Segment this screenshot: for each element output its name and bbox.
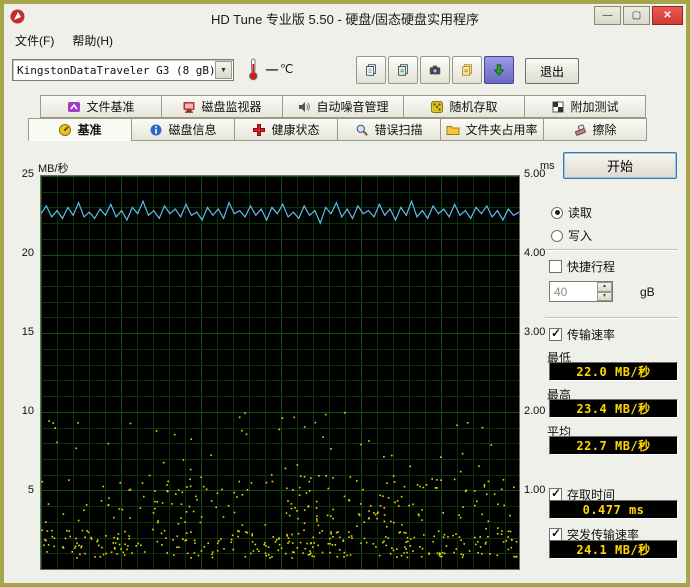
transfer-rate-label: 传输速率 [567, 328, 616, 342]
benchmark-chart-canvas [41, 176, 519, 569]
close-button[interactable]: ✕ [652, 6, 683, 25]
tab-label: 磁盘信息 [168, 123, 217, 137]
tab-label: 自动噪音管理 [316, 100, 389, 114]
minimize-button[interactable]: — [594, 6, 621, 25]
short-stroke-checkbox[interactable]: 快捷行程 [549, 258, 615, 275]
read-radio[interactable]: 读取 [551, 204, 592, 221]
window-controls: — ▢ ✕ [594, 6, 683, 25]
y-tick-left: 25 [21, 168, 34, 180]
tab-extra-tests[interactable]: 附加测试 [524, 95, 646, 118]
read-radio-label: 读取 [568, 206, 593, 220]
tab-health[interactable]: 健康状态 [234, 118, 338, 141]
tab-disk-monitor[interactable]: 磁盘监视器 [161, 95, 283, 118]
tabs-top-row: 文件基准 磁盘监视器 自动噪音管理 随机存取 附加测试 [40, 95, 646, 118]
benchmark-chart [40, 175, 520, 570]
disk-info-icon [149, 123, 163, 137]
random-access-icon [430, 100, 444, 114]
save-results-button[interactable] [452, 56, 482, 84]
tab-label: 健康状态 [271, 123, 320, 137]
toolbar: KingstonDataTraveler G3 (8 gB) ▼ — ℃ 退出 [4, 52, 686, 90]
tab-folder-usage[interactable]: 文件夹占用率 [440, 118, 544, 141]
extra-tests-icon [551, 100, 565, 114]
green-down-arrow-icon [492, 63, 506, 77]
thermometer-icon [248, 57, 259, 84]
tab-label: 文件基准 [86, 100, 135, 114]
radio-dot [551, 206, 563, 219]
temperature-value: — [266, 62, 278, 76]
folder-usage-icon [446, 123, 460, 137]
drive-select[interactable]: KingstonDataTraveler G3 (8 gB) ▼ [12, 59, 234, 81]
min-value: 22.0 MB/秒 [549, 362, 678, 381]
tab-label: 磁盘监视器 [201, 100, 262, 114]
error-scan-icon [355, 123, 369, 137]
speaker-icon [297, 100, 311, 114]
tab-aam[interactable]: 自动噪音管理 [282, 95, 404, 118]
start-button[interactable]: 开始 [563, 152, 677, 179]
write-radio-label: 写入 [568, 229, 593, 243]
separator [545, 317, 678, 319]
burst-rate-value: 24.1 MB/秒 [549, 540, 678, 559]
tabs-bottom-row: 基准 磁盘信息 健康状态 错误扫描 文件夹占用率 擦除 [28, 118, 647, 141]
checkbox-box [549, 327, 562, 341]
copy-image-button[interactable] [388, 56, 418, 84]
tab-disk-info[interactable]: 磁盘信息 [131, 118, 235, 141]
radio-dot [551, 229, 563, 242]
spinner-buttons: ▲ ▼ [597, 282, 612, 301]
temperature-unit: ℃ [280, 62, 294, 76]
capture-toggle-button[interactable] [484, 56, 514, 84]
screenshot-button[interactable] [420, 56, 450, 84]
hd-tune-window: HD Tune 专业版 5.50 - 硬盘/固态硬盘实用程序 — ▢ ✕ 文件(… [0, 0, 690, 587]
tab-label: 文件夹占用率 [465, 123, 538, 137]
left-axis-label: MB/秒 [38, 163, 69, 175]
drive-select-value: KingstonDataTraveler G3 (8 gB) [17, 63, 215, 77]
save-pages-icon [460, 63, 474, 77]
short-stroke-label: 快捷行程 [567, 260, 616, 274]
exit-button[interactable]: 退出 [525, 58, 579, 84]
copy-pages-icon [364, 63, 378, 77]
access-time-value: 0.477 ms [549, 500, 678, 519]
y-tick-right: 5.00 [524, 168, 546, 180]
tab-label: 错误扫描 [374, 123, 423, 137]
y-tick-left: 15 [21, 326, 34, 338]
camera-icon [428, 63, 442, 77]
capacity-unit-label: gB [640, 285, 655, 299]
copy-image-icon [396, 63, 410, 77]
y-tick-left: 20 [21, 247, 34, 259]
window-title: HD Tune 专业版 5.50 - 硬盘/固态硬盘实用程序 [211, 12, 479, 27]
avg-value: 22.7 MB/秒 [549, 436, 678, 455]
menu-file[interactable]: 文件(F) [6, 29, 63, 52]
tab-benchmark[interactable]: 基准 [28, 118, 132, 141]
checkbox-box [549, 260, 562, 273]
tab-error-scan[interactable]: 错误扫描 [337, 118, 441, 141]
health-status-icon [252, 123, 266, 137]
titlebar: HD Tune 专业版 5.50 - 硬盘/固态硬盘实用程序 — ▢ ✕ [4, 4, 686, 30]
spin-down-button[interactable]: ▼ [597, 291, 612, 301]
menu-help[interactable]: 帮助(H) [63, 29, 122, 52]
tab-label: 随机存取 [449, 100, 498, 114]
erase-icon [573, 123, 587, 137]
max-value: 23.4 MB/秒 [549, 399, 678, 418]
short-stroke-capacity-stepper[interactable]: ▲ ▼ [549, 281, 613, 302]
tab-label: 附加测试 [570, 100, 619, 114]
copy-to-clipboard-button[interactable] [356, 56, 386, 84]
menubar: 文件(F) 帮助(H) [6, 30, 684, 51]
transfer-rate-checkbox[interactable]: 传输速率 [549, 326, 615, 343]
spin-up-button[interactable]: ▲ [597, 282, 612, 292]
write-radio[interactable]: 写入 [551, 227, 592, 244]
tab-label: 基准 [77, 123, 102, 137]
tab-erase[interactable]: 擦除 [543, 118, 647, 141]
file-benchmark-icon [67, 100, 81, 114]
disk-monitor-icon [182, 100, 196, 114]
maximize-button[interactable]: ▢ [623, 6, 650, 25]
y-tick-left: 5 [27, 484, 34, 496]
chevron-down-icon[interactable]: ▼ [215, 61, 232, 79]
tab-label: 擦除 [592, 123, 617, 137]
tab-random-access[interactable]: 随机存取 [403, 95, 525, 118]
tab-file-benchmark[interactable]: 文件基准 [40, 95, 162, 118]
capacity-input[interactable] [550, 282, 597, 301]
separator [545, 249, 678, 251]
benchmark-icon [58, 123, 72, 137]
y-tick-left: 10 [21, 405, 34, 417]
